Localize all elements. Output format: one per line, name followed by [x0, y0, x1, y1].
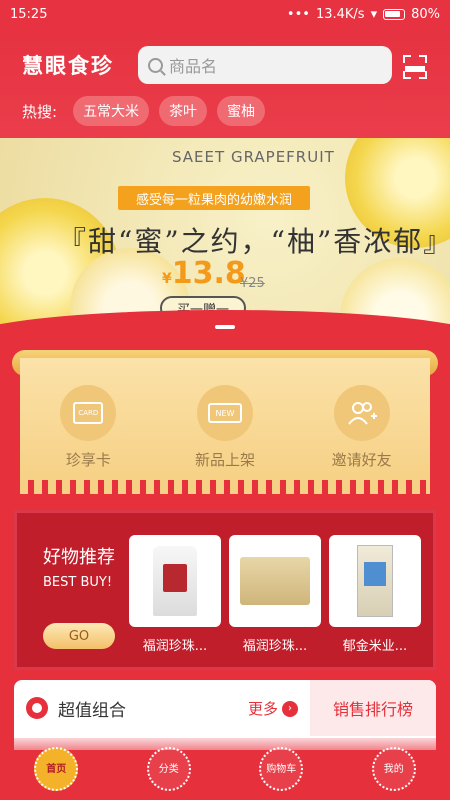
carousel-indicator[interactable] [215, 325, 235, 329]
header: 慧眼食珍 商品名 热搜: 五常大米 茶叶 蜜柚 [0, 28, 450, 138]
hot-tag-pomelo[interactable]: 蜜柚 [217, 96, 266, 126]
status-right: ••• 13.4K/s ▾ 80% [287, 7, 440, 22]
product-name: 福润珍珠... [242, 639, 308, 654]
search-placeholder: 商品名 [169, 57, 218, 76]
banner-old-price: ¥25 [240, 276, 265, 291]
battery-level: 80% [411, 6, 440, 22]
chevron-right-icon: › [282, 700, 299, 717]
brand-title: 慧眼食珍 [22, 54, 114, 78]
hot-search-label: 热搜: [22, 102, 58, 121]
product-card[interactable]: 福润珍珠... [229, 535, 321, 654]
product-image [129, 535, 221, 627]
combo-icon [26, 697, 48, 719]
recommend-title: 好物推荐 [43, 547, 115, 568]
new-icon: NEW [196, 385, 253, 441]
hot-tag-rice[interactable]: 五常大米 [73, 96, 150, 126]
feature-label: 新品上架 [194, 451, 255, 469]
hot-tag-tea[interactable]: 茶叶 [159, 96, 208, 126]
nav-category[interactable]: 分类 [146, 747, 191, 791]
product-card[interactable]: 福润珍珠... [129, 535, 221, 654]
banner-headline: 『甜“蜜”之约，“柚”香浓郁』 [58, 225, 450, 258]
feature-new-arrivals[interactable]: NEW 新品上架 [165, 385, 285, 470]
banner-ribbon: 感受每一粒果肉的幼嫩水润 [118, 186, 311, 210]
feature-card[interactable]: CARD 珍享卡 [28, 385, 148, 470]
feature-invite-friends[interactable]: 邀请好友 [302, 385, 422, 470]
feature-label: 邀请好友 [331, 451, 392, 469]
combo-title: 超值组合 [58, 700, 126, 721]
more-link[interactable]: 更多 › [248, 698, 299, 719]
product-list: 福润珍珠... 福润珍珠... 郁金米业... [129, 535, 421, 654]
sales-ranking-tab[interactable]: 销售排行榜 [310, 680, 436, 736]
feature-list: CARD 珍享卡 NEW 新品上架 邀请好友 [20, 385, 430, 470]
nav-home[interactable]: 首页 [34, 747, 79, 791]
battery-icon [383, 8, 406, 20]
product-image [329, 535, 421, 627]
banner-title: SAEET GRAPEFRUIT [172, 148, 335, 166]
product-name: 郁金米业... [342, 639, 408, 654]
nav-mine[interactable]: 我的 [371, 747, 416, 791]
status-bar: 15:25 ••• 13.4K/s ▾ 80% [0, 0, 450, 28]
promo-banner[interactable]: SAEET GRAPEFRUIT 感受每一粒果肉的幼嫩水润 『甜“蜜”之约，“柚… [0, 138, 450, 330]
recommend-panel: 好物推荐 BEST BUY! GO 福润珍珠... 福润珍珠... 郁金米业..… [14, 510, 436, 670]
nav-cart[interactable]: 购物车 [259, 747, 304, 791]
search-input[interactable]: 商品名 [138, 46, 392, 84]
invite-friends-icon [333, 385, 390, 441]
recommend-subtitle: BEST BUY! [43, 575, 113, 590]
network-speed: 13.4K/s [315, 6, 365, 22]
status-dots: ••• [286, 6, 310, 22]
product-name: 福润珍珠... [142, 639, 208, 654]
scan-icon[interactable] [403, 55, 427, 79]
card-icon: CARD [60, 385, 117, 441]
bottom-nav: 首页 分类 购物车 我的 [0, 738, 450, 800]
go-button[interactable]: GO [43, 623, 115, 649]
hot-search-bar: 热搜: 五常大米 茶叶 蜜柚 [22, 96, 266, 126]
banner-price: ¥13.8 [162, 256, 246, 291]
search-icon [148, 57, 163, 73]
wifi-icon: ▾ [370, 6, 378, 22]
product-card[interactable]: 郁金米业... [329, 535, 421, 654]
scroll-edge [20, 480, 430, 494]
product-image [229, 535, 321, 627]
feature-label: 珍享卡 [65, 451, 111, 469]
status-time: 15:25 [10, 6, 48, 22]
